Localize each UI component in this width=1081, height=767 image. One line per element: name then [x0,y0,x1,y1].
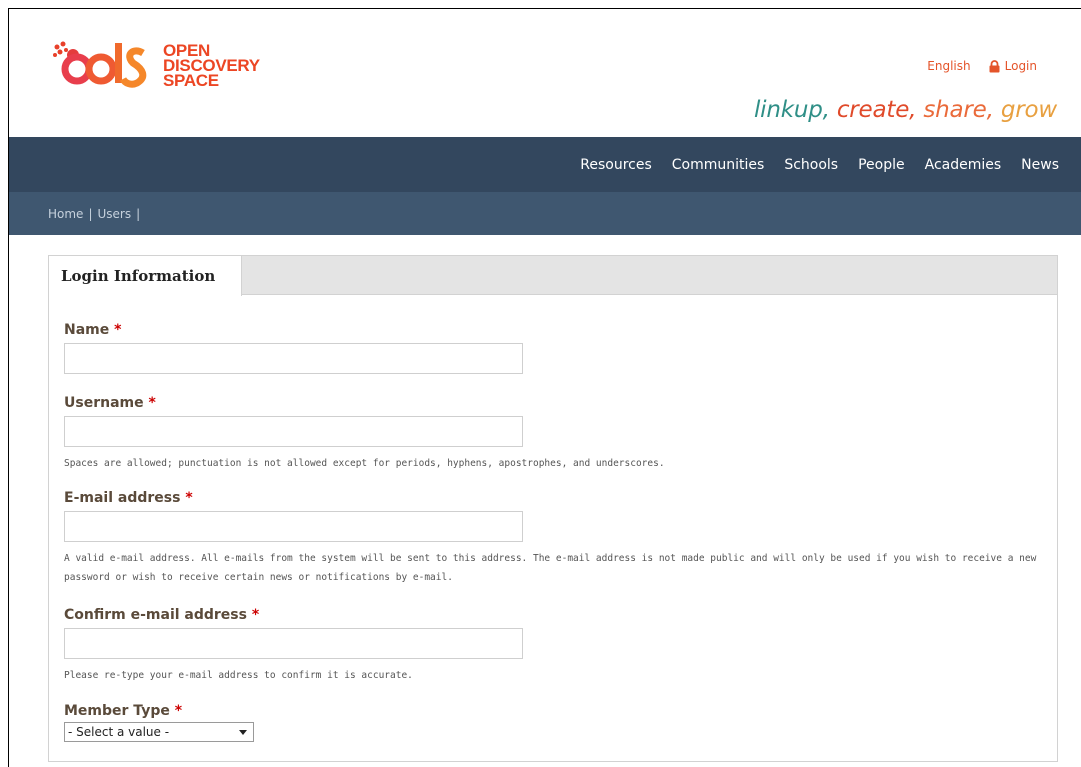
confirm-email-description: Please re-type your e-mail address to co… [64,670,413,681]
nav-item-communities[interactable]: Communities [672,157,765,173]
ods-logo-text: OPEN DISCOVERY SPACE [163,42,260,90]
breadcrumb-separator: | [88,206,93,221]
member-type-selected: - Select a value - [68,725,170,739]
breadcrumb-home[interactable]: Home [48,207,83,221]
username-label: Username * [64,395,156,411]
nav-item-news[interactable]: News [1021,157,1059,173]
ods-logo-mark-icon [53,41,147,88]
registration-form: Login Information Name * Username * Spac… [48,255,1058,762]
login-link[interactable]: Login [989,59,1037,73]
confirm-email-label: Confirm e-mail address * [64,607,260,623]
username-description: Spaces are allowed; punctuation is not a… [64,458,665,469]
member-type-label: Member Type * [64,703,183,719]
tagline-linkup: linkup, [753,97,830,123]
name-field-group: Name * [64,322,523,374]
username-input[interactable] [64,416,523,447]
form-tabstrip: Login Information [49,256,1057,296]
top-links: English Login [927,59,1037,73]
name-label: Name * [64,322,122,338]
main-nav: Resources Communities Schools People Aca… [9,137,1081,192]
member-type-field-group: Member Type * - Select a value - [64,703,254,742]
member-type-select[interactable]: - Select a value - [64,722,254,742]
nav-item-academies[interactable]: Academies [925,157,1002,173]
email-input[interactable] [64,511,523,542]
email-field-group: E-mail address * A valid e-mail address.… [64,490,1049,587]
tagline: linkup, create, share, grow [754,97,1057,123]
confirm-email-input[interactable] [64,628,523,659]
name-input[interactable] [64,343,523,374]
nav-item-schools[interactable]: Schools [784,157,838,173]
tab-login-information[interactable]: Login Information [49,256,242,296]
breadcrumb-users[interactable]: Users [97,207,131,221]
email-description: A valid e-mail address. All e-mails from… [64,553,1037,583]
tagline-share: share, [916,97,994,123]
lock-icon [989,59,1000,72]
ods-logo[interactable]: OPEN DISCOVERY SPACE [51,39,260,91]
login-label: Login [1004,59,1037,73]
chevron-down-icon [239,729,247,735]
nav-item-resources[interactable]: Resources [580,157,652,173]
logo-line-space: SPACE [163,70,219,90]
tagline-grow: grow [993,97,1057,123]
site-header: OPEN DISCOVERY SPACE English Login linku… [9,9,1081,137]
username-field-group: Username * Spaces are allowed; punctuati… [64,395,1049,473]
nav-item-people[interactable]: People [858,157,905,173]
email-label: E-mail address * [64,490,193,506]
confirm-email-field-group: Confirm e-mail address * Please re-type … [64,607,1049,685]
language-link[interactable]: English [927,59,970,73]
tagline-create: create, [829,97,917,123]
page-frame: OPEN DISCOVERY SPACE English Login linku… [8,8,1081,767]
breadcrumb-separator-trailing: | [136,206,141,221]
breadcrumb: Home | Users | [9,192,1081,235]
